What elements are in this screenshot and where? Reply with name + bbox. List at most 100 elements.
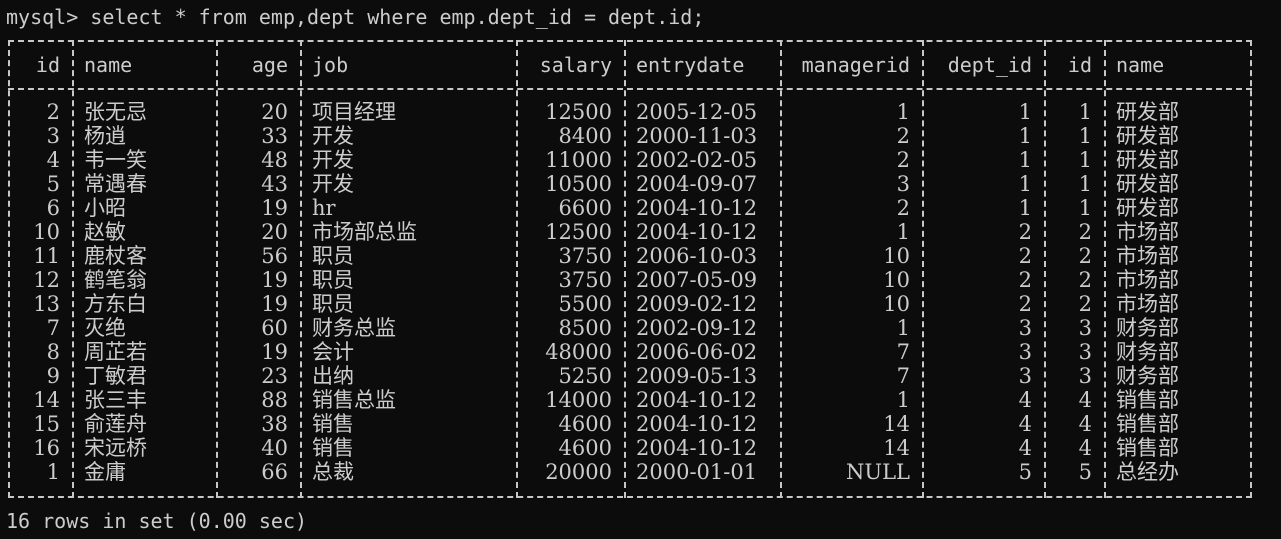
cell-dept-table-id: 1 — [1078, 100, 1092, 124]
cell-dept-id: 1 — [1018, 124, 1032, 148]
cell-id: 10 — [33, 220, 60, 244]
cell-age: 20 — [261, 100, 288, 124]
cell-entrydate: 2000-11-03 — [636, 124, 758, 148]
cell-job: 总裁 — [312, 460, 354, 484]
cell-dept-id: 1 — [1018, 100, 1032, 124]
cell-id: 9 — [46, 364, 60, 388]
table-border-header — [8, 88, 1252, 90]
cell-age: 33 — [261, 124, 288, 148]
cell-entrydate: 2006-06-02 — [636, 340, 758, 364]
cell-dept-name: 市场部 — [1116, 244, 1179, 268]
cell-salary: 8400 — [558, 124, 612, 148]
cell-salary: 48000 — [545, 340, 612, 364]
table-row: 11 鹿杖客 56 职员 3750 2006-10-03 10 2 2 市场部 — [8, 244, 1252, 268]
cell-dept-name: 市场部 — [1116, 220, 1179, 244]
cell-job: 开发 — [312, 172, 354, 196]
cell-dept-table-id: 2 — [1078, 244, 1092, 268]
cell-entrydate: 2002-02-05 — [636, 148, 758, 172]
table-row: 1 金庸 66 总裁 20000 2000-01-01 NULL 5 5 总经办 — [8, 460, 1252, 484]
cell-entrydate: 2004-10-12 — [636, 412, 758, 436]
cell-dept-table-id: 1 — [1078, 124, 1092, 148]
cell-id: 2 — [46, 100, 60, 124]
cell-dept-name: 总经办 — [1116, 460, 1179, 484]
cell-entrydate: 2007-05-09 — [636, 268, 758, 292]
table-border-top — [8, 40, 1252, 42]
cell-job: hr — [312, 196, 336, 220]
cell-job: 销售 — [312, 436, 354, 460]
terminal-window[interactable]: mysql> select * from emp,dept where emp.… — [0, 0, 1281, 539]
col-header-dept-name: name — [1116, 53, 1165, 77]
cell-dept-table-id: 2 — [1078, 220, 1092, 244]
cell-job: 职员 — [312, 244, 354, 268]
cell-managerid: 2 — [896, 124, 910, 148]
table-header-row: id name age job salary entrydate manager… — [8, 53, 1252, 79]
cell-id: 15 — [33, 412, 60, 436]
cell-id: 7 — [46, 316, 60, 340]
cell-job: 会计 — [312, 340, 354, 364]
cell-id: 1 — [46, 460, 60, 484]
cell-dept-id: 1 — [1018, 148, 1032, 172]
cell-dept-table-id: 5 — [1078, 460, 1092, 484]
cell-dept-table-id: 2 — [1078, 292, 1092, 316]
cell-dept-name: 市场部 — [1116, 268, 1179, 292]
cell-job: 财务总监 — [312, 316, 396, 340]
cell-id: 16 — [33, 436, 60, 460]
cell-dept-name: 销售部 — [1116, 388, 1179, 412]
table-row: 8 周芷若 19 会计 48000 2006-06-02 7 3 3 财务部 — [8, 340, 1252, 364]
cell-name: 鹤笔翁 — [84, 268, 147, 292]
cell-id: 8 — [46, 340, 60, 364]
cell-id: 11 — [33, 244, 60, 268]
cell-salary: 4600 — [558, 436, 612, 460]
table-row: 10 赵敏 20 市场部总监 12500 2004-10-12 1 2 2 市场部 — [8, 220, 1252, 244]
result-status-line: 16 rows in set (0.00 sec) — [6, 509, 308, 533]
cell-job: 出纳 — [312, 364, 354, 388]
cell-dept-name: 财务部 — [1116, 316, 1179, 340]
cell-salary: 11000 — [545, 148, 612, 172]
cell-entrydate: 2004-09-07 — [636, 172, 758, 196]
cell-entrydate: 2006-10-03 — [636, 244, 758, 268]
cell-dept-id: 5 — [1018, 460, 1032, 484]
table-row: 15 俞莲舟 38 销售 4600 2004-10-12 14 4 4 销售部 — [8, 412, 1252, 436]
table-row: 5 常遇春 43 开发 10500 2004-09-07 3 1 1 研发部 — [8, 172, 1252, 196]
cell-name: 周芷若 — [84, 340, 147, 364]
cell-dept-name: 财务部 — [1116, 340, 1179, 364]
cell-job: 开发 — [312, 148, 354, 172]
cell-dept-table-id: 1 — [1078, 196, 1092, 220]
cell-name: 赵敏 — [84, 220, 126, 244]
table-border-bottom — [8, 496, 1252, 498]
cell-salary: 5250 — [558, 364, 612, 388]
table-row: 9 丁敏君 23 出纳 5250 2009-05-13 7 3 3 财务部 — [8, 364, 1252, 388]
cell-entrydate: 2004-10-12 — [636, 436, 758, 460]
cell-dept-name: 研发部 — [1116, 196, 1179, 220]
cell-dept-table-id: 4 — [1078, 388, 1092, 412]
col-header-salary: salary — [539, 53, 612, 77]
cell-id: 13 — [33, 292, 60, 316]
cell-dept-id: 4 — [1018, 388, 1032, 412]
cell-dept-id: 4 — [1018, 436, 1032, 460]
table-row: 13 方东白 19 职员 5500 2009-02-12 10 2 2 市场部 — [8, 292, 1252, 316]
cell-dept-table-id: 3 — [1078, 316, 1092, 340]
col-header-id: id — [35, 53, 60, 77]
cell-entrydate: 2004-10-12 — [636, 220, 758, 244]
cell-dept-id: 3 — [1018, 316, 1032, 340]
table-row: 14 张三丰 88 销售总监 14000 2004-10-12 1 4 4 销售部 — [8, 388, 1252, 412]
cell-entrydate: 2009-02-12 — [636, 292, 758, 316]
cell-dept-name: 市场部 — [1116, 292, 1179, 316]
cell-name: 俞莲舟 — [84, 412, 147, 436]
table-row: 16 宋远桥 40 销售 4600 2004-10-12 14 4 4 销售部 — [8, 436, 1252, 460]
cell-salary: 3750 — [558, 244, 612, 268]
cell-dept-table-id: 1 — [1078, 172, 1092, 196]
cell-job: 销售总监 — [312, 388, 396, 412]
cell-dept-table-id: 3 — [1078, 340, 1092, 364]
cell-entrydate: 2004-10-12 — [636, 196, 758, 220]
cell-id: 6 — [46, 196, 60, 220]
cell-managerid: 3 — [896, 172, 910, 196]
cell-dept-id: 2 — [1018, 292, 1032, 316]
cell-salary: 4600 — [558, 412, 612, 436]
cell-name: 韦一笑 — [84, 148, 147, 172]
cell-age: 20 — [261, 220, 288, 244]
cell-id: 12 — [33, 268, 60, 292]
cell-name: 张三丰 — [84, 388, 147, 412]
cell-dept-id: 3 — [1018, 364, 1032, 388]
table-row: 3 杨逍 33 开发 8400 2000-11-03 2 1 1 研发部 — [8, 124, 1252, 148]
